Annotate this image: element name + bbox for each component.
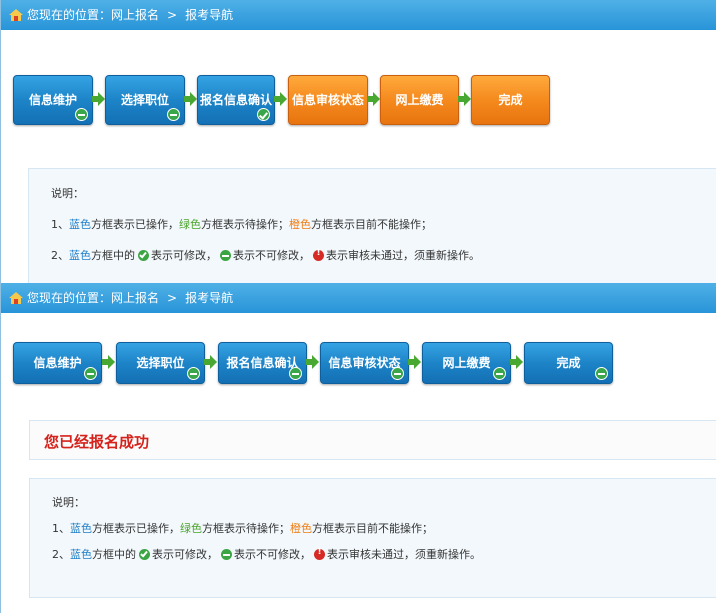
note-text: 方框表示待操作；	[202, 522, 290, 535]
arrow-right-icon	[306, 355, 320, 369]
note-orange-word: 橙色	[289, 218, 311, 231]
navigation-panel-before: 您现在的位置：网上报名 > 报考导航 信息维护 选择职位 报名信息确认 信息审核状态…	[0, 0, 716, 285]
note-green-word: 绿色	[180, 522, 202, 535]
note-text: 表示审核未通过，须重新操作。	[327, 548, 481, 561]
note-number: 1、	[52, 522, 70, 535]
breadcrumb-separator: >	[167, 8, 178, 22]
arrow-right-icon	[92, 92, 106, 106]
arrow-right-icon	[510, 355, 524, 369]
step-label: 完成	[498, 93, 523, 107]
note-number: 1、	[51, 218, 69, 231]
check-icon	[138, 250, 149, 261]
step-label: 信息维护	[33, 356, 82, 370]
arrow-right-icon	[204, 355, 218, 369]
location-bar: 您现在的位置：网上报名 > 报考导航	[1, 283, 716, 313]
home-icon	[9, 9, 23, 21]
error-icon	[313, 248, 324, 261]
step-label: 完成	[556, 356, 581, 370]
step-online-payment[interactable]: 网上缴费	[422, 342, 511, 384]
breadcrumb-current: 报考导航	[185, 291, 234, 305]
step-label: 信息审核状态	[328, 356, 401, 370]
breadcrumb-prefix[interactable]: 您现在的位置：网上报名	[27, 291, 159, 305]
note-text: 表示不可修改，	[233, 249, 310, 262]
step-label: 网上缴费	[395, 93, 444, 107]
navigation-panel-after: 您现在的位置：网上报名 > 报考导航 信息维护 选择职位 报名信息确认 信息审核状态…	[0, 283, 716, 613]
home-icon	[9, 292, 23, 304]
note-blue-word: 蓝色	[70, 548, 92, 561]
breadcrumb-separator: >	[167, 291, 178, 305]
note-text: 方框表示目前不能操作；	[312, 522, 433, 535]
minus-icon	[221, 549, 232, 560]
success-message: 您已经报名成功	[44, 433, 150, 451]
note-text: 方框表示待操作；	[201, 218, 289, 231]
minus-icon	[493, 367, 506, 380]
note-blue-word: 蓝色	[69, 218, 91, 231]
note-green-word: 绿色	[179, 218, 201, 231]
step-label: 信息维护	[28, 93, 77, 107]
note-text: 方框中的	[91, 249, 135, 262]
note-blue-word: 蓝色	[70, 522, 92, 535]
instructions-line-1: 1、蓝色方框表示已操作，绿色方框表示待操作；橙色方框表示目前不能操作；	[52, 520, 433, 536]
minus-icon	[220, 250, 231, 261]
step-select-position[interactable]: 选择职位	[105, 75, 185, 125]
step-confirm-registration[interactable]: 报名信息确认	[197, 75, 275, 125]
instructions-title: 说明：	[52, 496, 85, 509]
breadcrumb-prefix[interactable]: 您现在的位置：网上报名	[27, 8, 159, 22]
minus-icon	[289, 367, 302, 380]
minus-icon	[391, 367, 404, 380]
breadcrumb: 您现在的位置：网上报名 > 报考导航	[27, 0, 233, 30]
instructions-line-1: 1、蓝色方框表示已操作，绿色方框表示待操作；橙色方框表示目前不能操作；	[51, 216, 432, 232]
step-review-status: 信息审核状态	[288, 75, 368, 125]
note-number: 2、	[51, 249, 69, 262]
minus-icon	[84, 367, 97, 380]
minus-icon	[167, 108, 180, 121]
note-text: 表示审核未通过，须重新操作。	[326, 249, 480, 262]
instructions-line-2: 2、蓝色方框中的 表示可修改， 表示不可修改， 表示审核未通过，须重新操作。	[51, 247, 480, 263]
step-review-status[interactable]: 信息审核状态	[320, 342, 409, 384]
arrow-right-icon	[102, 355, 116, 369]
note-text: 表示可修改，	[152, 548, 218, 561]
step-label: 网上缴费	[442, 356, 491, 370]
note-text: 方框表示已操作，	[91, 218, 179, 231]
arrow-right-icon	[367, 92, 381, 106]
note-orange-word: 橙色	[290, 522, 312, 535]
step-complete[interactable]: 完成	[524, 342, 613, 384]
note-text: 方框表示目前不能操作；	[311, 218, 432, 231]
note-text: 表示不可修改，	[234, 548, 311, 561]
step-label: 选择职位	[136, 356, 185, 370]
note-text: 方框表示已操作，	[92, 522, 180, 535]
step-info-maintenance[interactable]: 信息维护	[13, 342, 102, 384]
step-label: 选择职位	[120, 93, 169, 107]
instructions-title: 说明：	[51, 187, 84, 200]
location-bar: 您现在的位置：网上报名 > 报考导航	[1, 0, 716, 30]
note-number: 2、	[52, 548, 70, 561]
step-info-maintenance[interactable]: 信息维护	[13, 75, 93, 125]
breadcrumb-current: 报考导航	[185, 8, 234, 22]
instructions-box: 说明： 1、蓝色方框表示已操作，绿色方框表示待操作；橙色方框表示目前不能操作； …	[29, 478, 716, 598]
minus-icon	[75, 108, 88, 121]
step-online-payment: 网上缴费	[380, 75, 459, 125]
check-icon	[257, 108, 270, 121]
success-banner: 您已经报名成功	[29, 420, 716, 460]
note-text: 表示可修改，	[151, 249, 217, 262]
error-icon	[314, 547, 325, 560]
note-blue-word: 蓝色	[69, 249, 91, 262]
step-select-position[interactable]: 选择职位	[116, 342, 205, 384]
check-icon	[139, 549, 150, 560]
breadcrumb: 您现在的位置：网上报名 > 报考导航	[27, 283, 233, 313]
minus-icon	[595, 367, 608, 380]
note-text: 方框中的	[92, 548, 136, 561]
minus-icon	[187, 367, 200, 380]
instructions-line-2: 2、蓝色方框中的 表示可修改， 表示不可修改， 表示审核未通过，须重新操作。	[52, 546, 481, 562]
arrow-right-icon	[184, 92, 198, 106]
step-confirm-registration[interactable]: 报名信息确认	[218, 342, 307, 384]
arrow-right-icon	[274, 92, 288, 106]
step-label: 报名信息确认	[199, 93, 272, 107]
arrow-right-icon	[458, 92, 472, 106]
step-label: 报名信息确认	[226, 356, 299, 370]
arrow-right-icon	[408, 355, 422, 369]
step-complete: 完成	[471, 75, 550, 125]
step-label: 信息审核状态	[291, 93, 364, 107]
instructions-box: 说明： 1、蓝色方框表示已操作，绿色方框表示待操作；橙色方框表示目前不能操作； …	[28, 168, 716, 285]
